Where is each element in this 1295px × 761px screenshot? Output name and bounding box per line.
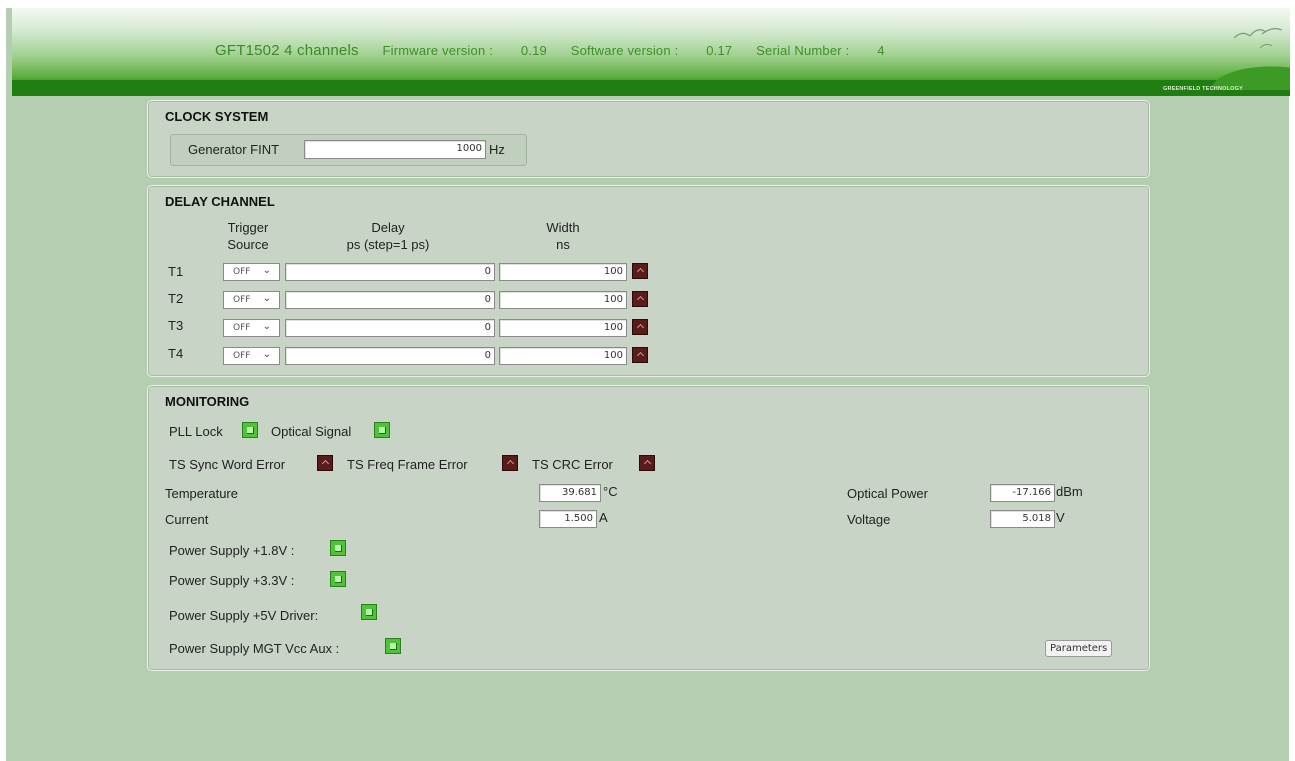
clock-system-title: CLOCK SYSTEM: [165, 109, 269, 124]
delay-input[interactable]: 0: [285, 319, 495, 337]
temperature-label: Temperature: [165, 486, 238, 501]
temperature-unit: °C: [603, 484, 618, 499]
trigger-source-value: OFF: [233, 295, 251, 305]
chevron-down-icon: ⌄: [262, 293, 271, 304]
window-frame-right: [1289, 0, 1295, 761]
current-unit: A: [599, 510, 608, 525]
ps-33-status-icon: [330, 571, 346, 587]
pll-lock-label: PLL Lock: [169, 424, 223, 439]
serial-label: Serial Number :: [756, 43, 850, 58]
optical-power-field: -17.166: [990, 484, 1055, 502]
trigger-source-value: OFF: [233, 267, 251, 277]
product-name: GFT1502 4 channels: [215, 42, 359, 59]
channel-label: T2: [168, 291, 184, 306]
trigger-source-select[interactable]: OFF ⌄: [223, 347, 280, 365]
window-frame-top: [0, 0, 1295, 8]
trigger-source-select[interactable]: OFF ⌄: [223, 319, 280, 337]
generator-group: Generator FINT 1000 Hz: [170, 134, 527, 166]
current-field: 1.500: [539, 510, 597, 528]
trigger-source-value: OFF: [233, 351, 251, 361]
logo-text: GREENFIELD TECHNOLOGY: [1163, 86, 1243, 92]
ps-18-label: Power Supply +1.8V :: [169, 543, 295, 558]
monitoring-panel: MONITORING PLL Lock Optical Signal TS Sy…: [147, 385, 1150, 671]
voltage-field: 5.018: [990, 510, 1055, 528]
optical-signal-status-icon: [374, 422, 390, 438]
logo-birds-icon: [1232, 24, 1284, 59]
ps-5v-status-icon: [361, 604, 377, 620]
chevron-down-icon: ⌄: [262, 349, 271, 360]
trigger-source-value: OFF: [233, 323, 251, 333]
col-header-width: Width ns: [533, 219, 593, 253]
width-input[interactable]: 100: [499, 263, 627, 281]
delay-input[interactable]: 0: [285, 347, 495, 365]
optical-power-unit: dBm: [1056, 484, 1083, 499]
generator-label: Generator FINT: [188, 142, 280, 157]
ts-sync-status-icon: [317, 455, 333, 471]
width-input[interactable]: 100: [499, 319, 627, 337]
channel-label: T4: [168, 346, 184, 361]
ps-18-status-icon: [330, 540, 346, 556]
ps-mgt-status-icon: [385, 638, 401, 654]
ts-freq-label: TS Freq Frame Error: [347, 457, 468, 472]
trigger-source-select[interactable]: OFF ⌄: [223, 263, 280, 281]
col-header-trigger: Trigger Source: [218, 219, 278, 253]
col-delay-line1: Delay: [371, 220, 405, 235]
temperature-field: 39.681: [539, 484, 601, 502]
ts-freq-status-icon: [502, 455, 518, 471]
col-width-line2: ns: [556, 237, 570, 252]
col-trigger-line1: Trigger: [227, 220, 269, 235]
trigger-source-select[interactable]: OFF ⌄: [223, 291, 280, 309]
optical-power-label: Optical Power: [847, 486, 928, 501]
optical-signal-label: Optical Signal: [271, 424, 352, 439]
header-bar: [12, 80, 1290, 96]
pll-lock-status-icon: [242, 422, 258, 438]
generator-unit: Hz: [489, 142, 505, 157]
ts-crc-label: TS CRC Error: [532, 457, 613, 472]
channel-status-icon: [632, 263, 648, 279]
col-header-delay: Delay ps (step=1 ps): [323, 219, 453, 253]
serial-value: 4: [877, 43, 885, 58]
channel-label: T3: [168, 318, 184, 333]
firmware-value: 0.19: [520, 43, 547, 58]
channel-status-icon: [632, 319, 648, 335]
current-label: Current: [165, 512, 209, 527]
monitoring-title: MONITORING: [165, 394, 250, 409]
ts-sync-label: TS Sync Word Error: [169, 457, 286, 472]
col-trigger-line2: Source: [227, 237, 269, 252]
software-value: 0.17: [706, 43, 733, 58]
ts-crc-status-icon: [639, 455, 655, 471]
channel-status-icon: [632, 347, 648, 363]
voltage-label: Voltage: [847, 512, 891, 527]
clock-system-panel: CLOCK SYSTEM Generator FINT 1000 Hz: [147, 100, 1150, 178]
col-delay-line2: ps (step=1 ps): [346, 237, 430, 252]
window-frame-left: [0, 0, 6, 761]
voltage-unit: V: [1056, 510, 1065, 525]
channel-status-icon: [632, 291, 648, 307]
ps-mgt-label: Power Supply MGT Vcc Aux :: [169, 641, 340, 656]
width-input[interactable]: 100: [499, 347, 627, 365]
channel-label: T1: [168, 264, 184, 279]
delay-channel-title: DELAY CHANNEL: [165, 194, 275, 209]
col-width-line1: Width: [546, 220, 580, 235]
chevron-down-icon: ⌄: [262, 265, 271, 276]
delay-channel-panel: DELAY CHANNEL Trigger Source Delay ps (s…: [147, 185, 1150, 377]
ps-33-label: Power Supply +3.3V :: [169, 573, 295, 588]
software-label: Software version :: [570, 43, 679, 58]
chevron-down-icon: ⌄: [262, 321, 271, 332]
generator-fint-input[interactable]: 1000: [304, 140, 486, 159]
delay-input[interactable]: 0: [285, 263, 495, 281]
delay-input[interactable]: 0: [285, 291, 495, 309]
ps-5v-label: Power Supply +5V Driver:: [169, 608, 319, 623]
firmware-label: Firmware version :: [382, 43, 494, 58]
width-input[interactable]: 100: [499, 291, 627, 309]
parameters-button[interactable]: Parameters: [1045, 640, 1113, 657]
device-info: GFT1502 4 channels Firmware version : 0.…: [215, 42, 885, 59]
